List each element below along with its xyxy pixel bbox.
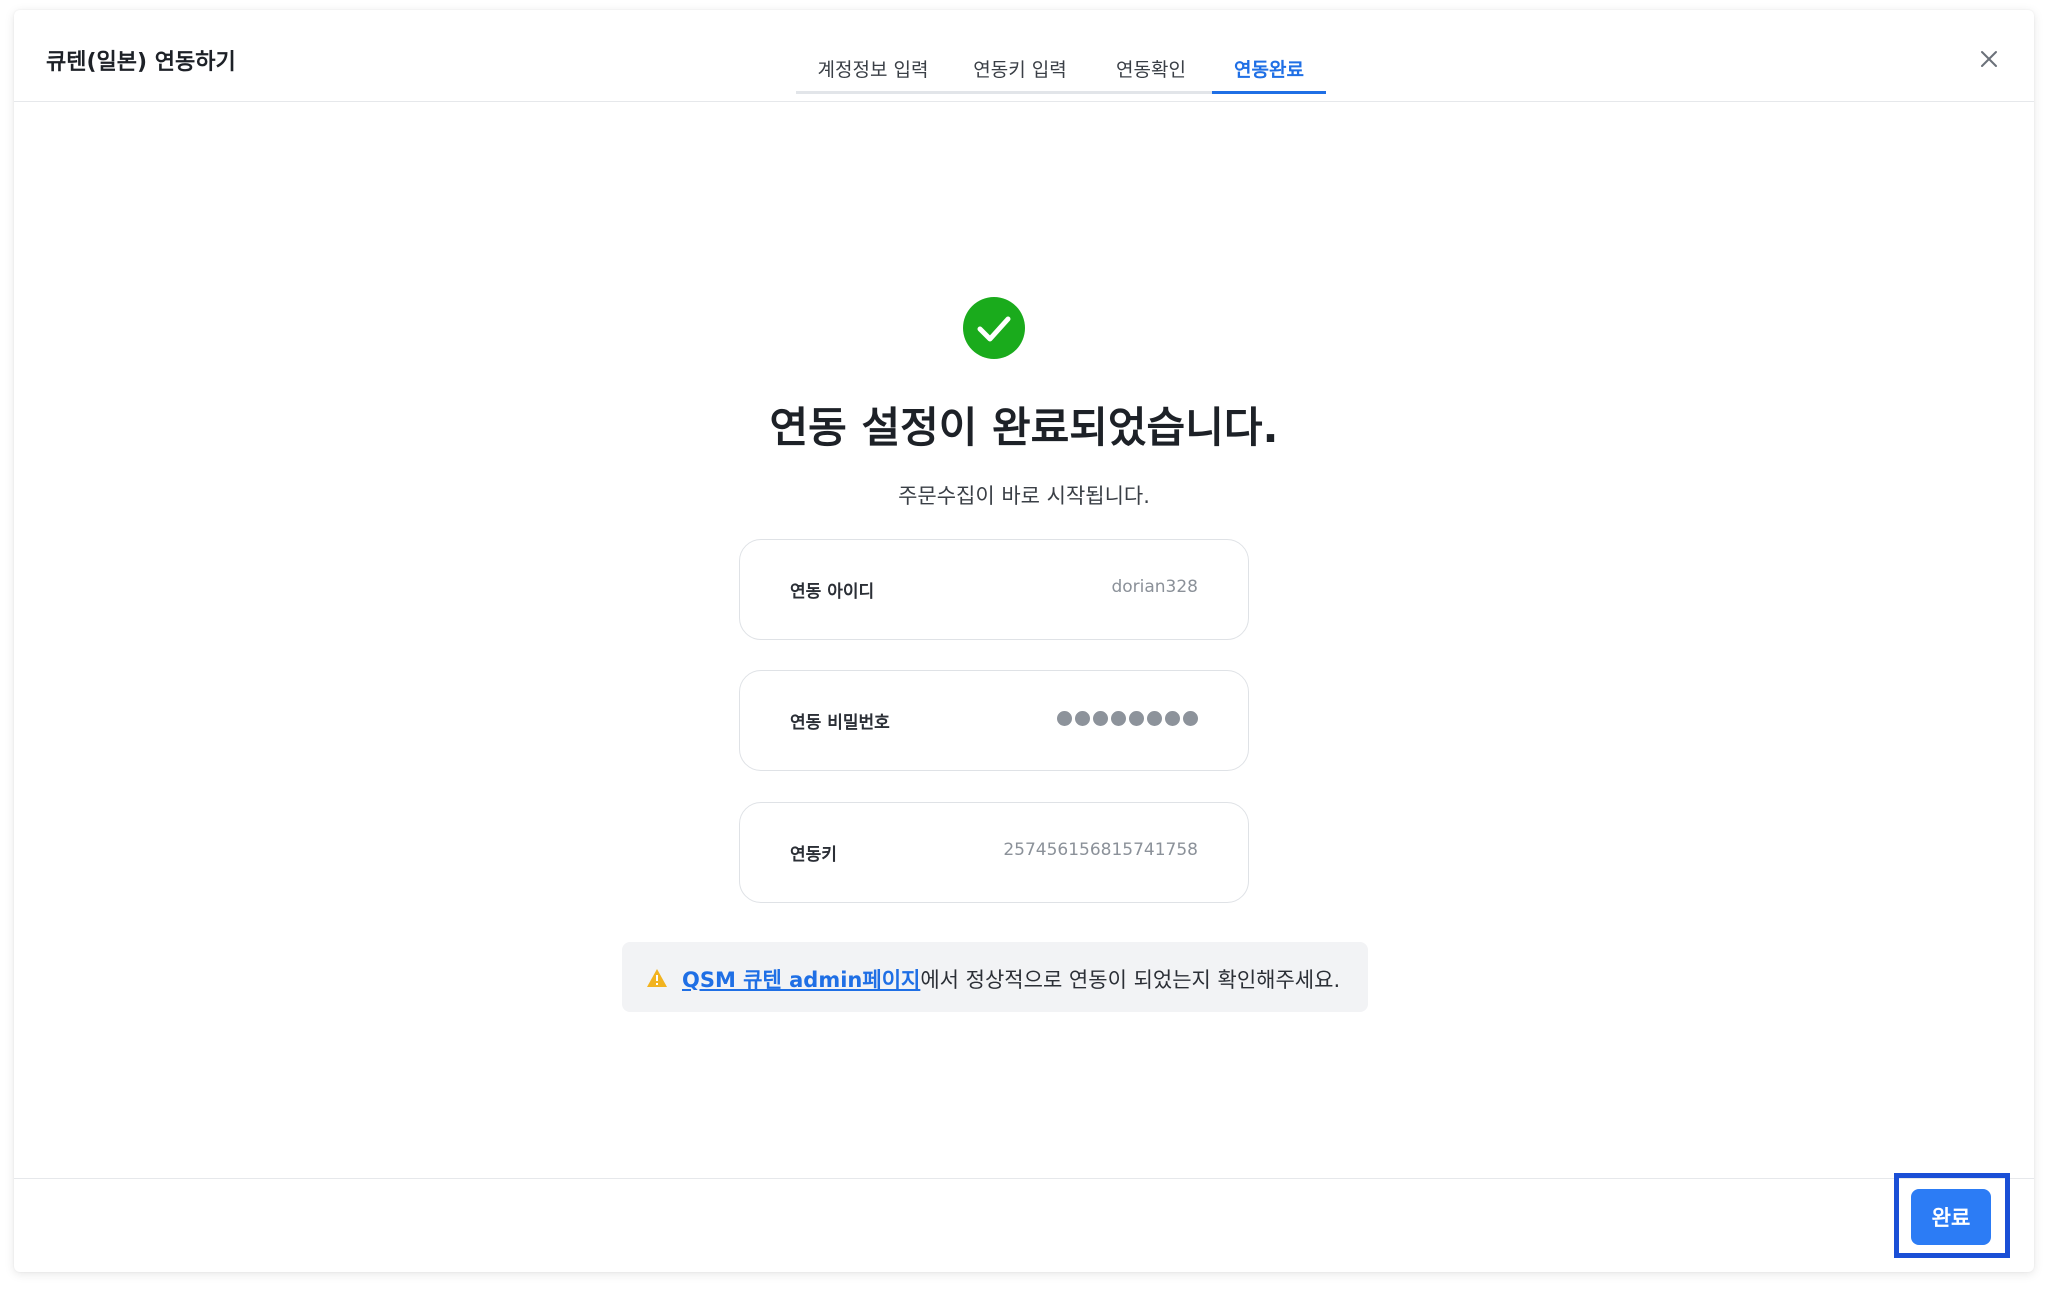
modal-footer	[14, 1178, 2034, 1272]
masked-password	[1057, 711, 1198, 726]
integration-modal: 큐텐(일본) 연동하기 계정정보 입력 연동키 입력 연동확인 연동완료 연동 …	[14, 10, 2034, 1272]
tab-integration-check[interactable]: 연동확인	[1090, 38, 1212, 94]
tab-label: 연동키 입력	[973, 59, 1067, 81]
completion-title: 연동 설정이 완료되었습니다.	[769, 403, 1279, 452]
notice-message: 에서 정상적으로 연동이 되었는지 확인해주세요.	[920, 968, 1341, 992]
notice-box: QSM 큐텐 admin페이지에서 정상적으로 연동이 되었는지 확인해주세요.	[622, 942, 1368, 1012]
info-card-id: 연동 아이디 dorian328	[739, 539, 1249, 640]
done-button[interactable]: 완료	[1911, 1189, 1991, 1245]
tab-integration-complete[interactable]: 연동완료	[1212, 38, 1326, 94]
info-label: 연동 아이디	[790, 582, 875, 602]
info-label: 연동 비밀번호	[790, 713, 890, 733]
info-label: 연동키	[790, 845, 837, 865]
modal-content: 연동 설정이 완료되었습니다. 주문수집이 바로 시작됩니다. 연동 아이디 d…	[14, 102, 2034, 1178]
tab-label: 계정정보 입력	[817, 59, 929, 81]
close-button[interactable]	[1974, 44, 2004, 74]
modal-title: 큐텐(일본) 연동하기	[46, 50, 236, 75]
info-value: dorian328	[1111, 577, 1198, 597]
info-card-password: 연동 비밀번호	[739, 670, 1249, 771]
tab-label: 연동완료	[1234, 59, 1304, 81]
notice-text: QSM 큐텐 admin페이지에서 정상적으로 연동이 되었는지 확인해주세요.	[682, 964, 1340, 994]
info-card-key: 연동키 257456156815741758	[739, 802, 1249, 903]
info-value: 257456156815741758	[1003, 840, 1198, 860]
step-tabs: 계정정보 입력 연동키 입력 연동확인 연동완료	[796, 38, 1326, 94]
tab-label: 연동확인	[1116, 59, 1186, 81]
qsm-admin-link[interactable]: QSM 큐텐 admin페이지	[682, 968, 920, 992]
tab-integration-key[interactable]: 연동키 입력	[950, 38, 1090, 94]
modal-header: 큐텐(일본) 연동하기 계정정보 입력 연동키 입력 연동확인 연동완료	[14, 10, 2034, 102]
check-circle-icon	[963, 297, 1025, 359]
warning-icon	[647, 969, 667, 987]
close-icon	[1981, 51, 1997, 67]
tab-account-info[interactable]: 계정정보 입력	[796, 38, 950, 94]
completion-subtitle: 주문수집이 바로 시작됩니다.	[898, 484, 1150, 508]
